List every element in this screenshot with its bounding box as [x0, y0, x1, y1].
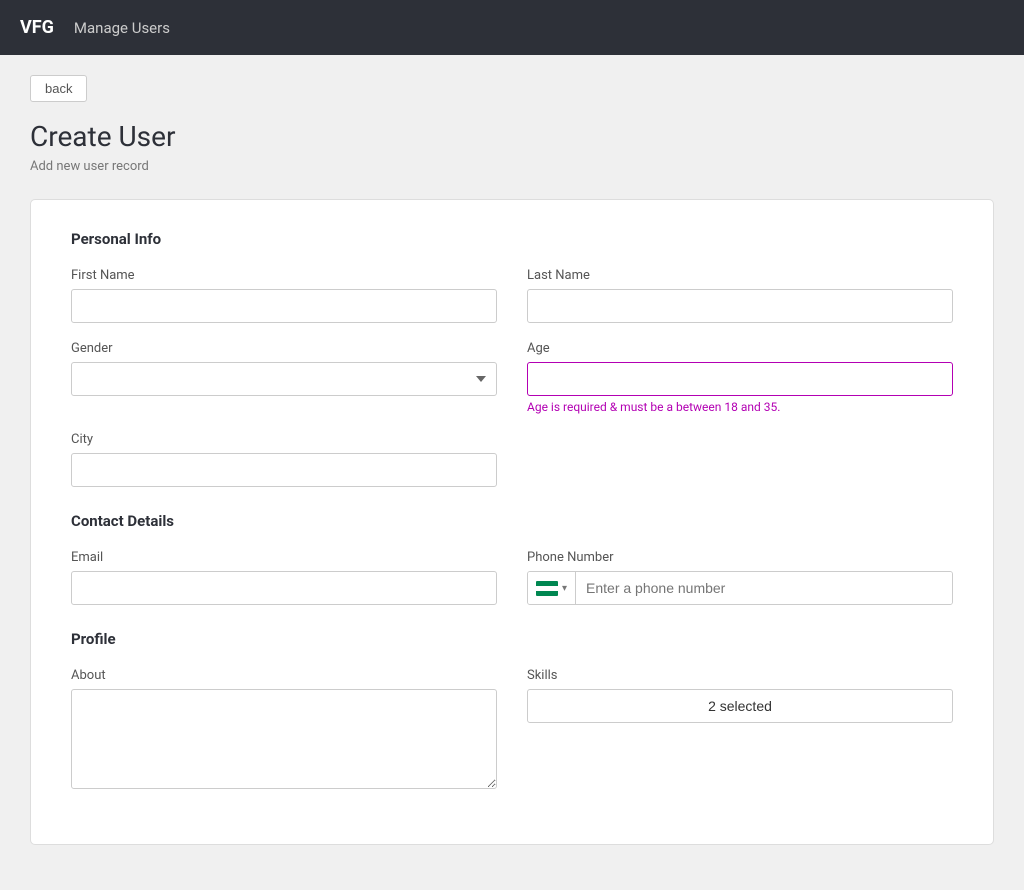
page-subtitle: Add new user record — [30, 159, 994, 174]
contact-row: Email Phone Number ▾ — [71, 550, 953, 605]
phone-label: Phone Number — [527, 550, 953, 565]
about-label: About — [71, 668, 497, 683]
navbar-brand: VFG — [20, 17, 54, 38]
form-card: Personal Info First Name Last Name Gende… — [30, 199, 994, 845]
first-name-label: First Name — [71, 268, 497, 283]
back-button[interactable]: back — [30, 75, 87, 102]
skills-label: Skills — [527, 668, 953, 683]
gender-age-row: Gender Male Female Other Age Age is requ… — [71, 341, 953, 414]
name-row: First Name Last Name — [71, 268, 953, 323]
navbar: VFG Manage Users — [0, 0, 1024, 55]
personal-info-section: Personal Info First Name Last Name Gende… — [71, 230, 953, 487]
city-row: City — [71, 432, 953, 487]
profile-row: About Skills 2 selected — [71, 668, 953, 789]
gender-group: Gender Male Female Other — [71, 341, 497, 414]
city-label: City — [71, 432, 497, 447]
city-input[interactable] — [71, 453, 497, 487]
email-input[interactable] — [71, 571, 497, 605]
phone-country-selector[interactable]: ▾ — [528, 572, 576, 604]
nigeria-flag-icon — [536, 581, 558, 596]
contact-details-section: Contact Details Email Phone Number ▾ — [71, 512, 953, 605]
phone-number-input[interactable] — [576, 572, 952, 604]
gender-select[interactable]: Male Female Other — [71, 362, 497, 396]
age-input[interactable] — [527, 362, 953, 396]
last-name-label: Last Name — [527, 268, 953, 283]
skills-group: Skills 2 selected — [527, 668, 953, 789]
page-title: Create User — [30, 120, 994, 153]
age-error-msg: Age is required & must be a between 18 a… — [527, 400, 953, 414]
profile-title: Profile — [71, 630, 953, 648]
navbar-title: Manage Users — [74, 19, 170, 37]
first-name-group: First Name — [71, 268, 497, 323]
about-textarea[interactable] — [71, 689, 497, 789]
about-group: About — [71, 668, 497, 789]
phone-group: Phone Number ▾ — [527, 550, 953, 605]
email-group: Email — [71, 550, 497, 605]
last-name-group: Last Name — [527, 268, 953, 323]
profile-section: Profile About Skills 2 selected — [71, 630, 953, 789]
contact-details-title: Contact Details — [71, 512, 953, 530]
page-content: back Create User Add new user record Per… — [0, 55, 1024, 865]
city-spacer — [527, 432, 953, 487]
email-label: Email — [71, 550, 497, 565]
age-group: Age Age is required & must be a between … — [527, 341, 953, 414]
first-name-input[interactable] — [71, 289, 497, 323]
age-label: Age — [527, 341, 953, 356]
last-name-input[interactable] — [527, 289, 953, 323]
city-group: City — [71, 432, 497, 487]
phone-input-wrapper: ▾ — [527, 571, 953, 605]
skills-dropdown[interactable]: 2 selected — [527, 689, 953, 723]
phone-chevron-icon: ▾ — [562, 583, 567, 594]
gender-label: Gender — [71, 341, 497, 356]
personal-info-title: Personal Info — [71, 230, 953, 248]
